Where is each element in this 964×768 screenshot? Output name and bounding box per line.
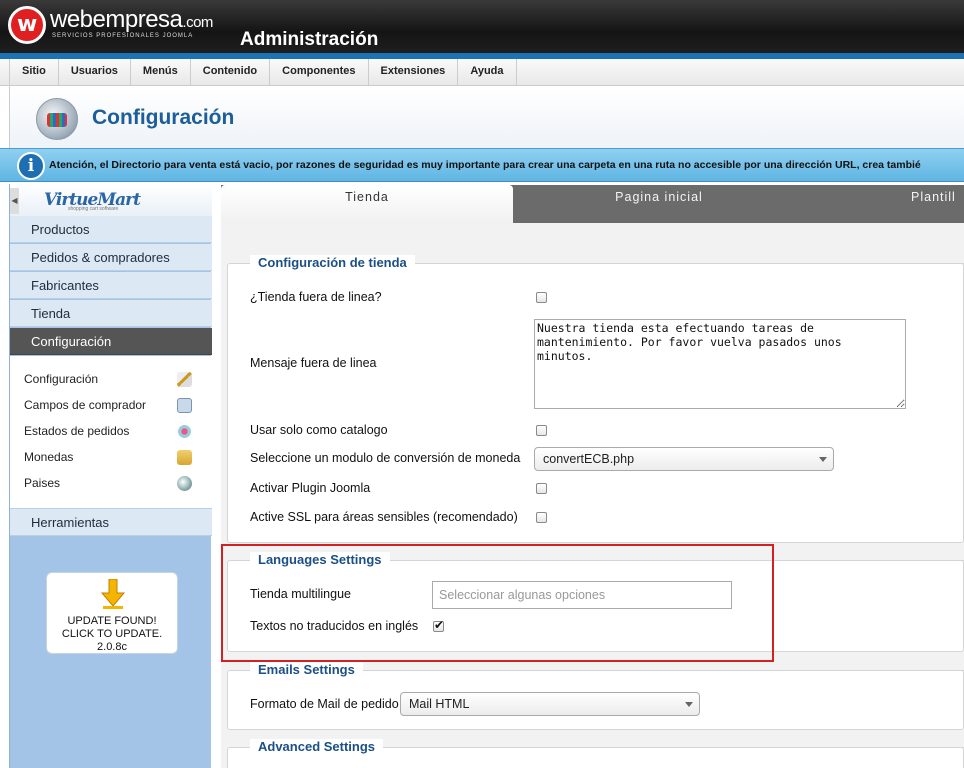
submenu-label: Monedas: [24, 450, 74, 464]
offline-message-label: Mensaje fuera de linea: [250, 356, 377, 370]
logo-letter: w: [17, 12, 38, 37]
currency-module-label: Seleccione un modulo de conversión de mo…: [250, 451, 521, 465]
submenu-label: Estados de pedidos: [24, 424, 130, 438]
configuration-globe-icon: [36, 98, 78, 140]
advanced-legend: Advanced Settings: [250, 739, 384, 754]
sidebar-submenu: Configuración Campos de comprador Estado…: [10, 356, 212, 508]
submenu-label: Configuración: [24, 372, 99, 386]
info-icon: i: [17, 152, 45, 180]
mail-format-select[interactable]: Mail HTML: [400, 692, 700, 716]
wrench-icon: [177, 372, 192, 387]
untranslated-checkbox[interactable]: [433, 618, 444, 632]
top-header: w webempresa.com SERVICIOS PROFESIONALES…: [0, 0, 964, 59]
sidebar-item-tienda[interactable]: Tienda: [10, 300, 212, 327]
plugin-joomla-label: Activar Plugin Joomla: [250, 481, 371, 495]
submenu-paises[interactable]: Paises: [24, 472, 194, 494]
tab-plantilla[interactable]: Plantill: [911, 185, 964, 223]
main-menu-bar: Sitio Usuarios Menús Contenido Component…: [0, 59, 964, 86]
submenu-campos-comprador[interactable]: Campos de comprador: [24, 394, 194, 416]
ssl-checkbox[interactable]: [536, 512, 547, 523]
menu-menus[interactable]: Menús: [131, 59, 191, 86]
submenu-monedas[interactable]: Monedas: [24, 446, 194, 468]
multilang-select[interactable]: Seleccionar algunas opciones: [432, 581, 732, 609]
virtuemart-logo: VirtueMart shopping cart software: [10, 184, 212, 216]
webempresa-logo-icon[interactable]: w: [8, 6, 46, 44]
ssl-label: Active SSL para áreas sensibles (recomen…: [250, 510, 518, 524]
globe-icon: [177, 476, 192, 491]
shop-config-legend: Configuración de tienda: [250, 255, 415, 270]
untranslated-label: Textos no traducidos en inglés: [250, 619, 419, 633]
offline-checkbox[interactable]: [536, 292, 547, 303]
menu-ayuda[interactable]: Ayuda: [458, 59, 517, 86]
page-title: Configuración: [92, 106, 235, 129]
coins-icon: [177, 450, 192, 465]
sidebar-item-configuracion[interactable]: Configuración: [10, 328, 212, 355]
shop-config-fieldset: Configuración de tienda ¿Tienda fuera de…: [227, 255, 964, 543]
update-button[interactable]: UPDATE FOUND! CLICK TO UPDATE. 2.0.8c: [46, 572, 178, 654]
menu-usuarios[interactable]: Usuarios: [59, 59, 131, 86]
download-arrow-icon: [100, 579, 126, 609]
brand-tagline: SERVICIOS PROFESIONALES JOOMLA: [52, 33, 194, 39]
left-sidebar: VirtueMart shopping cart software ◀ Prod…: [9, 184, 212, 768]
virtuemart-logo-sub: shopping cart software: [68, 206, 119, 212]
sidebar-item-fabricantes[interactable]: Fabricantes: [10, 272, 212, 299]
config-tabs: Tienda Pagina inicial Plantill: [221, 185, 964, 223]
submenu-label: Paises: [24, 476, 61, 490]
sidebar-item-pedidos[interactable]: Pedidos & compradores: [10, 244, 212, 271]
chevron-down-icon: [685, 702, 693, 707]
submenu-configuracion[interactable]: Configuración: [24, 368, 194, 390]
update-version: 2.0.8c: [97, 641, 127, 653]
brand-name[interactable]: webempresa.com: [50, 6, 213, 34]
sidebar-item-productos[interactable]: Productos: [10, 216, 212, 243]
chevron-down-icon: [819, 457, 827, 462]
plugin-joomla-checkbox[interactable]: [536, 483, 547, 494]
tab-pagina-inicial[interactable]: Pagina inicial: [513, 185, 805, 223]
update-line2: CLICK TO UPDATE.: [61, 628, 163, 640]
multilang-label: Tienda multilingue: [250, 587, 351, 601]
submenu-estados-pedidos[interactable]: Estados de pedidos: [24, 420, 194, 442]
tab-content: Configuración de tienda ¿Tienda fuera de…: [221, 223, 964, 768]
update-line1: UPDATE FOUND!: [67, 615, 157, 627]
form-icon: [177, 398, 192, 413]
status-icon: [177, 424, 192, 439]
menu-contenido[interactable]: Contenido: [191, 59, 271, 86]
emails-legend: Emails Settings: [250, 662, 363, 677]
offline-message-textarea[interactable]: [534, 319, 906, 409]
offline-label: ¿Tienda fuera de linea?: [250, 290, 382, 304]
menu-extensiones[interactable]: Extensiones: [369, 59, 459, 86]
advanced-fieldset: Advanced Settings: [227, 739, 964, 768]
admin-title: Administración: [240, 29, 379, 50]
languages-fieldset: Languages Settings Tienda multilingue Se…: [227, 552, 964, 652]
menu-sitio[interactable]: Sitio: [10, 59, 59, 86]
mail-format-label: Formato de Mail de pedido: [250, 697, 399, 711]
sidebar-item-herramientas[interactable]: Herramientas: [10, 508, 212, 536]
submenu-label: Campos de comprador: [24, 398, 147, 412]
page-title-bar: Configuración: [9, 86, 964, 148]
mail-format-value: Mail HTML: [409, 697, 470, 711]
menu-componentes[interactable]: Componentes: [270, 59, 369, 86]
collapse-arrow-icon[interactable]: ◀: [10, 188, 19, 214]
notice-banner: i Atención, el Directorio para venta est…: [0, 148, 964, 182]
catalog-checkbox[interactable]: [536, 425, 547, 436]
tab-tienda[interactable]: Tienda: [221, 185, 513, 223]
languages-legend: Languages Settings: [250, 552, 390, 567]
notice-text: Atención, el Directorio para venta está …: [49, 159, 921, 171]
catalog-label: Usar solo como catalogo: [250, 423, 388, 437]
currency-module-select[interactable]: convertECB.php: [534, 447, 834, 471]
currency-module-value: convertECB.php: [543, 452, 635, 466]
emails-fieldset: Emails Settings Formato de Mail de pedid…: [227, 662, 964, 730]
